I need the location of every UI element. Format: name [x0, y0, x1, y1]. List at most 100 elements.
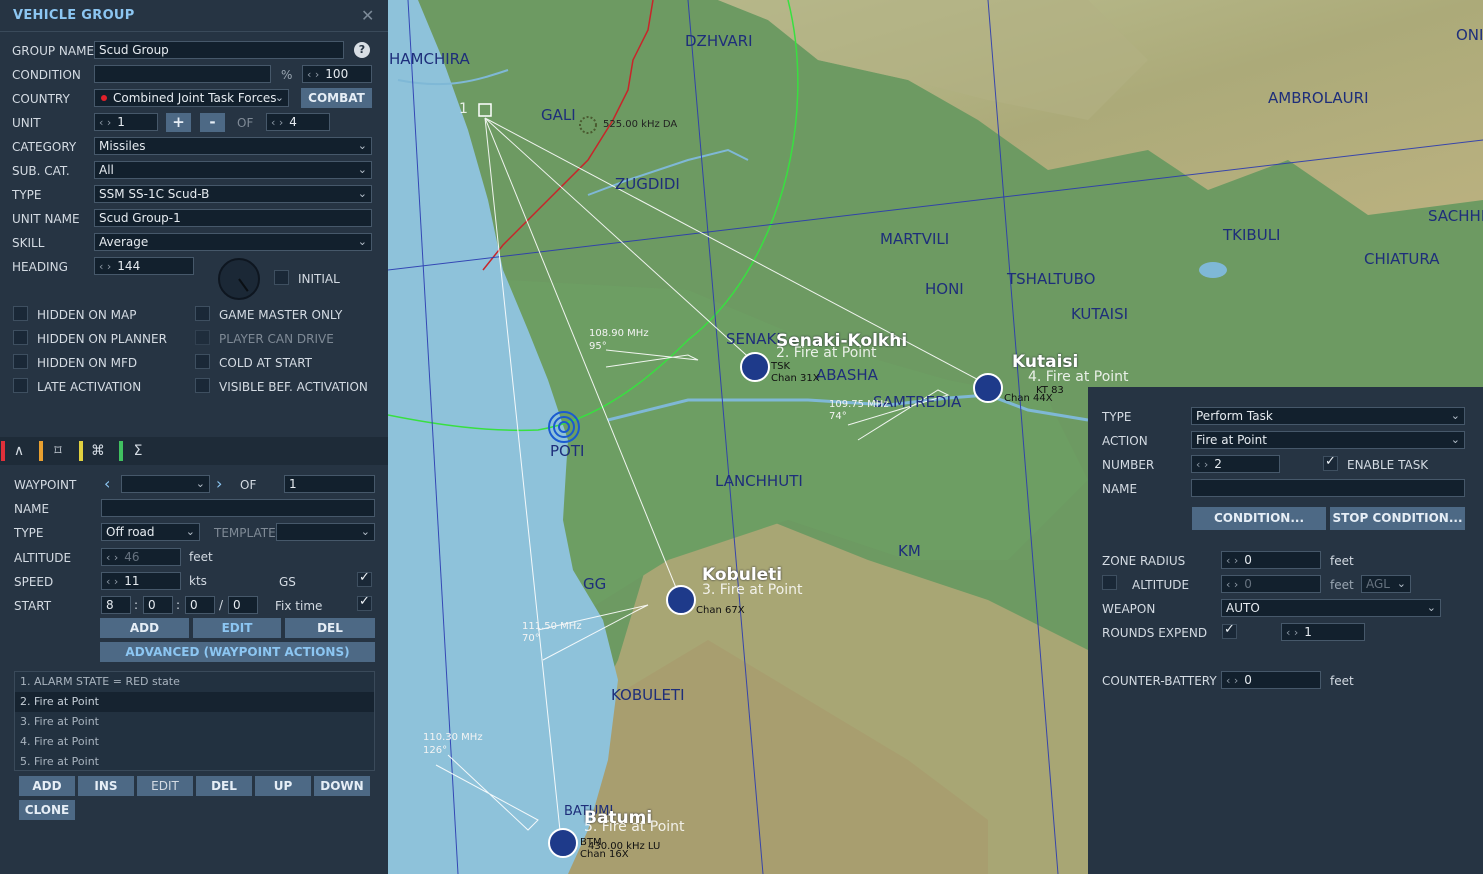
spinner-arrows-icon[interactable]: ‹ › — [106, 575, 118, 588]
delete-action-button[interactable]: DEL — [196, 776, 252, 796]
wp-speed-value: 11 — [124, 574, 140, 588]
country-select[interactable]: Combined Joint Task Forces ⌄ — [94, 89, 289, 107]
list-item[interactable]: 4. Fire at Point — [15, 732, 374, 752]
task-name-input[interactable] — [1191, 479, 1465, 497]
task-number-spinner[interactable]: ‹ › 2 — [1191, 455, 1280, 473]
move-up-button[interactable]: UP — [255, 776, 311, 796]
actions-list[interactable]: 1. ALARM STATE = RED state 2. Fire at Po… — [14, 671, 375, 771]
waypoint-label[interactable]: 1 — [459, 101, 468, 117]
advanced-actions-button[interactable]: ADVANCED (WAYPOINT ACTIONS) — [100, 642, 375, 662]
counter-battery-spinner[interactable]: ‹ › 0 — [1221, 671, 1321, 689]
altitude-checkbox[interactable] — [1102, 575, 1117, 590]
place-label: LANCHHUTI — [715, 472, 803, 490]
task-type-select[interactable]: Perform Task ⌄ — [1191, 407, 1465, 425]
enable-task-checkbox[interactable] — [1323, 454, 1338, 471]
waypoint-select[interactable]: ⌄ — [121, 475, 210, 493]
move-down-button[interactable]: DOWN — [314, 776, 370, 796]
wp-speed-spinner[interactable]: ‹ › 11 — [101, 572, 181, 590]
insert-action-button[interactable]: INS — [78, 776, 134, 796]
unit-spinner[interactable]: ‹ › 1 — [94, 113, 158, 131]
condition-button[interactable]: CONDITION... — [1192, 507, 1326, 530]
place-label: CHIATURA — [1364, 250, 1440, 268]
unit-name-input[interactable]: Scud Group-1 — [94, 209, 372, 227]
del-waypoint-button[interactable]: DEL — [285, 618, 375, 638]
remove-unit-button[interactable]: - — [200, 113, 225, 132]
edit-waypoint-button[interactable]: EDIT — [193, 618, 281, 638]
weapon-select[interactable]: AUTO ⌄ — [1221, 599, 1441, 617]
wp-type-select[interactable]: Off road ⌄ — [101, 523, 200, 541]
heading-dial[interactable] — [216, 256, 262, 302]
category-select[interactable]: Missiles ⌄ — [94, 137, 372, 155]
chevron-down-icon: ⌄ — [357, 187, 367, 200]
place-label: KM — [898, 542, 921, 560]
start-hour-input[interactable]: 0 — [143, 596, 173, 614]
tacan-channel: Chan 67X — [696, 605, 745, 616]
list-item[interactable]: 3. Fire at Point — [15, 712, 374, 732]
next-waypoint-icon[interactable]: › — [216, 474, 222, 493]
skill-select[interactable]: Average ⌄ — [94, 233, 372, 251]
waypoint-label[interactable]: 4. Fire at Point — [1028, 369, 1129, 385]
group-name-input[interactable]: Scud Group — [94, 41, 344, 59]
clone-action-button[interactable]: CLONE — [19, 800, 75, 820]
start-second-input[interactable]: 0 — [228, 596, 258, 614]
list-item[interactable]: 5. Fire at Point — [15, 752, 374, 772]
hidden-on-planner-checkbox[interactable] — [13, 330, 28, 345]
command-icon[interactable]: ⌘ — [86, 441, 110, 461]
waypoint-label[interactable]: 2. Fire at Point — [776, 345, 877, 361]
close-icon[interactable]: ✕ — [361, 6, 374, 25]
condition-input[interactable] — [94, 65, 271, 83]
list-item[interactable]: 2. Fire at Point — [15, 692, 374, 712]
wp-name-input[interactable] — [101, 499, 375, 517]
spinner-arrows-icon: ‹ › — [1226, 578, 1239, 591]
stop-condition-button[interactable]: STOP CONDITION... — [1330, 507, 1465, 530]
condition-percent-spinner[interactable]: ‹ › 100 — [302, 65, 372, 83]
cold-at-start-checkbox[interactable] — [195, 354, 210, 369]
type-select[interactable]: SSM SS-1C Scud-B ⌄ — [94, 185, 372, 203]
start-minute-input[interactable]: 0 — [185, 596, 215, 614]
place-label: MARTVILI — [880, 230, 950, 248]
hidden-on-mfd-checkbox[interactable] — [13, 354, 28, 369]
spinner-arrows-icon[interactable]: ‹ › — [1196, 458, 1208, 471]
spinner-arrows-icon[interactable]: ‹ › — [307, 68, 319, 81]
task-action-select[interactable]: Fire at Point ⌄ — [1191, 431, 1465, 449]
route-icon[interactable]: ∧ — [7, 441, 31, 461]
template-select[interactable]: ⌄ — [276, 523, 375, 541]
target-icon[interactable]: ⌑ — [46, 441, 70, 461]
subcat-select[interactable]: All ⌄ — [94, 161, 372, 179]
sigma-icon[interactable]: Σ — [126, 441, 150, 461]
list-item[interactable]: 1. ALARM STATE = RED state — [15, 672, 374, 692]
help-icon[interactable]: ? — [354, 42, 370, 58]
add-unit-button[interactable]: + — [166, 113, 191, 132]
spinner-arrows-icon[interactable]: ‹ › — [1286, 626, 1298, 639]
place-label: TKIBULI — [1223, 226, 1281, 244]
prev-waypoint-icon[interactable]: ‹ — [104, 474, 110, 493]
add-action-button[interactable]: ADD — [19, 776, 75, 796]
heading-spinner[interactable]: ‹ › 144 — [94, 257, 194, 275]
late-activation-checkbox[interactable] — [13, 378, 28, 393]
spinner-arrows-icon[interactable]: ‹ › — [1226, 554, 1238, 567]
rounds-expend-checkbox[interactable] — [1222, 622, 1237, 639]
hidden-on-map-checkbox[interactable] — [13, 306, 28, 321]
edit-action-button[interactable]: EDIT — [137, 776, 193, 796]
add-waypoint-button[interactable]: ADD — [100, 618, 189, 638]
spinner-arrows-icon[interactable]: ‹ › — [271, 116, 283, 129]
tab-stripe — [119, 441, 123, 461]
waypoint-label[interactable]: 5. Fire at Point — [584, 819, 685, 835]
start-day-input[interactable]: 8 — [101, 596, 131, 614]
rounds-expend-spinner[interactable]: ‹ › 1 — [1281, 623, 1365, 641]
spinner-arrows-icon[interactable]: ‹ › — [99, 260, 111, 273]
spinner-arrows-icon[interactable]: ‹ › — [99, 116, 111, 129]
initial-checkbox[interactable] — [274, 270, 289, 285]
rounds-expend-label: ROUNDS EXPEND — [1102, 626, 1208, 640]
fix-time-checkbox[interactable] — [357, 594, 372, 611]
unit-total-spinner[interactable]: ‹ › 4 — [266, 113, 330, 131]
zone-radius-spinner[interactable]: ‹ › 0 — [1221, 551, 1321, 569]
spinner-arrows-icon[interactable]: ‹ › — [1226, 674, 1238, 687]
waypoint-label[interactable]: 3. Fire at Point — [702, 582, 803, 598]
combat-button[interactable]: COMBAT — [301, 88, 372, 108]
visible-bef-activation-checkbox[interactable] — [195, 378, 210, 393]
gs-checkbox[interactable] — [357, 570, 372, 587]
tacan-kt: KT 83 — [1036, 385, 1064, 396]
chevron-down-icon: ⌄ — [274, 91, 284, 104]
game-master-only-checkbox[interactable] — [195, 306, 210, 321]
